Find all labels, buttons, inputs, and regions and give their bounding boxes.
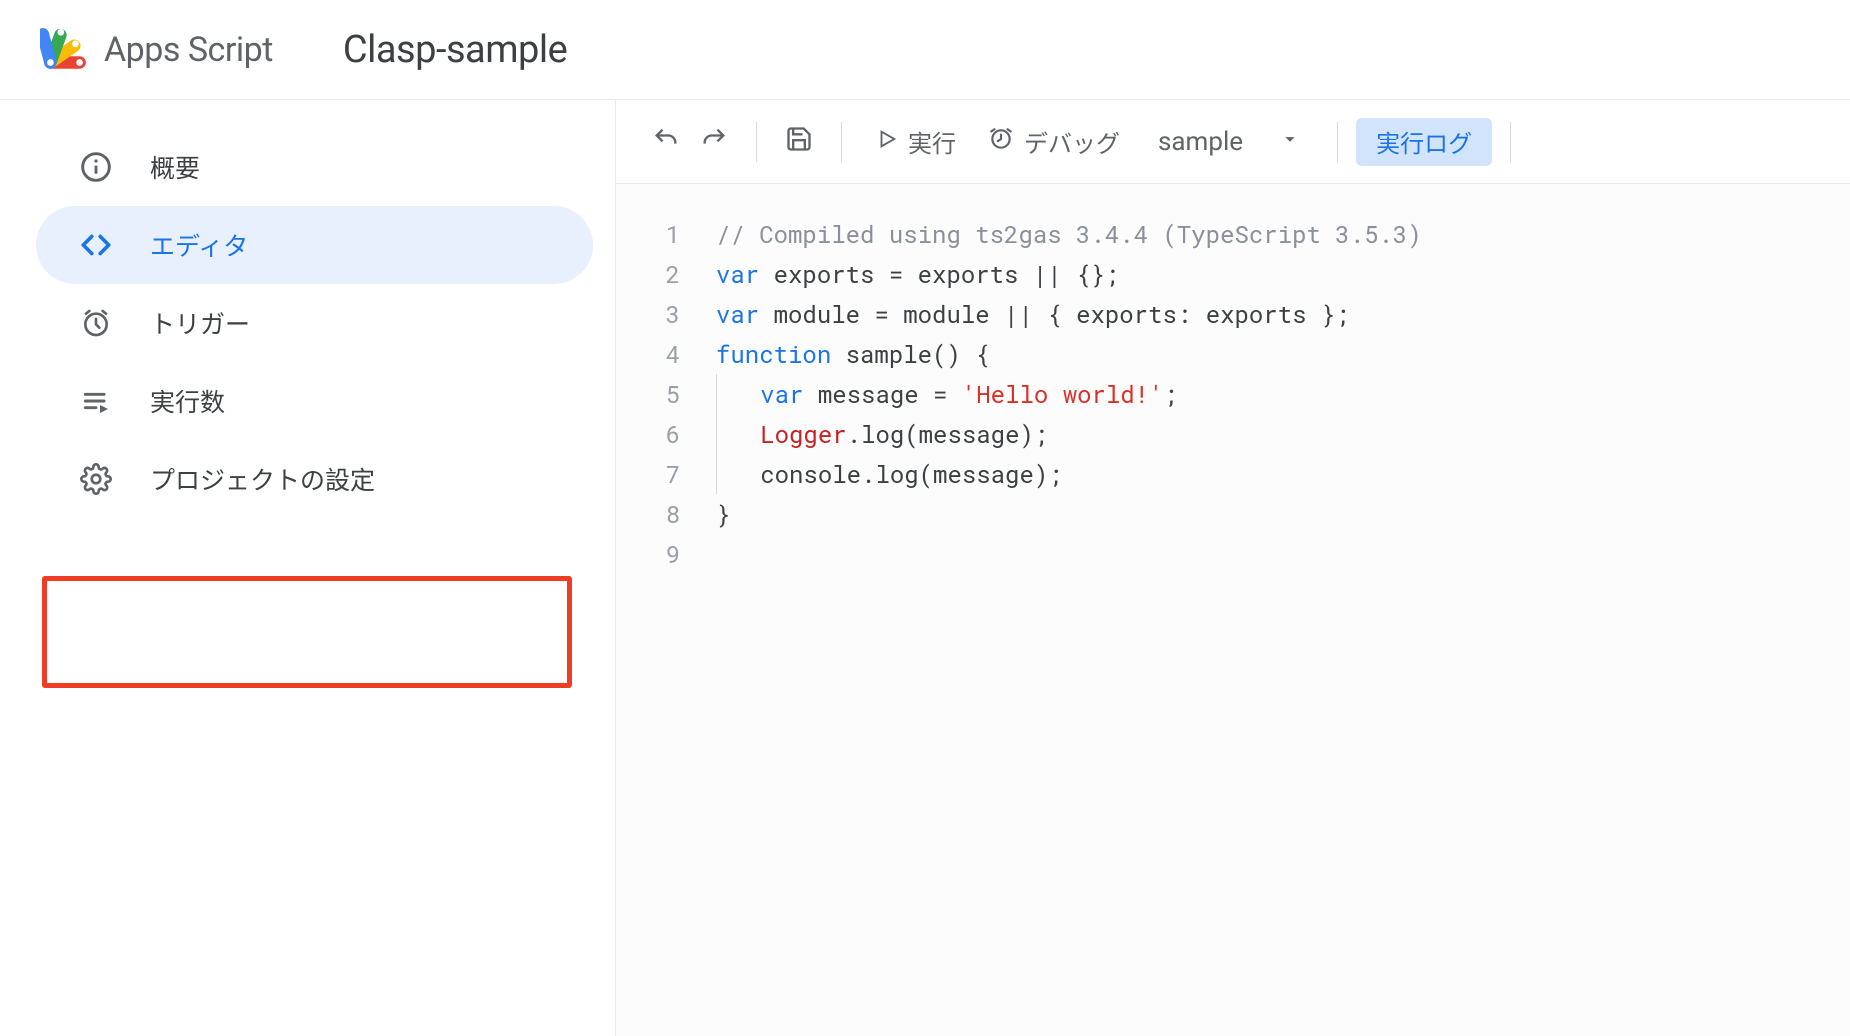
- line-number: 4: [616, 334, 680, 374]
- code-line[interactable]: function sample() {: [716, 334, 1850, 374]
- play-icon: [876, 128, 898, 156]
- dropdown-icon: [1279, 127, 1301, 157]
- undo-icon: [652, 125, 680, 159]
- line-number: 5: [616, 374, 680, 414]
- sidebar-item-label: プロジェクトの設定: [150, 461, 375, 497]
- sidebar-item-overview[interactable]: 概要: [36, 128, 593, 206]
- header: Apps Script Clasp-sample: [0, 0, 1850, 100]
- toolbar: 実行 デバッグ sample 実行ログ: [616, 100, 1850, 184]
- code-line[interactable]: // Compiled using ts2gas 3.4.4 (TypeScri…: [716, 214, 1850, 254]
- gear-icon: [78, 461, 114, 497]
- run-label: 実行: [908, 124, 956, 159]
- product-logo-wrap[interactable]: Apps Script: [40, 25, 273, 75]
- playlist-icon: [78, 383, 114, 419]
- sidebar-item-settings[interactable]: プロジェクトの設定: [36, 440, 593, 518]
- function-select[interactable]: sample: [1136, 118, 1319, 166]
- toolbar-separator: [1510, 122, 1511, 162]
- code-line[interactable]: [716, 534, 1850, 574]
- toolbar-separator: [756, 122, 757, 162]
- alarm-icon: [78, 305, 114, 341]
- sidebar: 概要エディタトリガー実行数プロジェクトの設定: [0, 100, 615, 1036]
- sidebar-item-label: エディタ: [150, 227, 248, 263]
- redo-icon: [700, 125, 728, 159]
- code-icon: [78, 227, 114, 263]
- code-line[interactable]: var module = module || { exports: export…: [716, 294, 1850, 334]
- line-number: 6: [616, 414, 680, 454]
- undo-button[interactable]: [642, 118, 690, 166]
- debug-icon: [988, 126, 1014, 158]
- function-selected-name: sample: [1158, 127, 1243, 157]
- sidebar-item-label: 概要: [150, 149, 200, 185]
- debug-button[interactable]: デバッグ: [972, 118, 1136, 166]
- execution-log-button[interactable]: 実行ログ: [1356, 118, 1492, 166]
- toolbar-separator: [841, 122, 842, 162]
- main: 実行 デバッグ sample 実行ログ 123456789 //: [615, 100, 1850, 1036]
- line-number: 2: [616, 254, 680, 294]
- run-button[interactable]: 実行: [860, 118, 972, 166]
- save-button[interactable]: [775, 118, 823, 166]
- save-icon: [785, 125, 813, 159]
- product-name: Apps Script: [104, 30, 273, 70]
- sidebar-item-triggers[interactable]: トリガー: [36, 284, 593, 362]
- line-number: 1: [616, 214, 680, 254]
- redo-button[interactable]: [690, 118, 738, 166]
- code-line[interactable]: var message = 'Hello world!';: [716, 374, 1850, 414]
- debug-label: デバッグ: [1024, 124, 1120, 159]
- sidebar-item-executions[interactable]: 実行数: [36, 362, 593, 440]
- code-line[interactable]: var exports = exports || {};: [716, 254, 1850, 294]
- project-title[interactable]: Clasp-sample: [343, 28, 567, 72]
- apps-script-logo-icon: [40, 25, 90, 75]
- code-line[interactable]: Logger.log(message);: [716, 414, 1850, 454]
- line-number: 9: [616, 534, 680, 574]
- toolbar-separator: [1337, 122, 1338, 162]
- sidebar-item-label: 実行数: [150, 383, 225, 419]
- line-gutter: 123456789: [616, 214, 716, 1036]
- line-number: 8: [616, 494, 680, 534]
- line-number: 7: [616, 454, 680, 494]
- info-icon: [78, 149, 114, 185]
- sidebar-item-label: トリガー: [150, 305, 250, 341]
- code-line[interactable]: }: [716, 494, 1850, 534]
- code-editor[interactable]: 123456789 // Compiled using ts2gas 3.4.4…: [616, 184, 1850, 1036]
- code-line[interactable]: console.log(message);: [716, 454, 1850, 494]
- line-number: 3: [616, 294, 680, 334]
- code-area[interactable]: // Compiled using ts2gas 3.4.4 (TypeScri…: [716, 214, 1850, 1036]
- execution-log-label: 実行ログ: [1376, 124, 1472, 159]
- sidebar-item-editor[interactable]: エディタ: [36, 206, 593, 284]
